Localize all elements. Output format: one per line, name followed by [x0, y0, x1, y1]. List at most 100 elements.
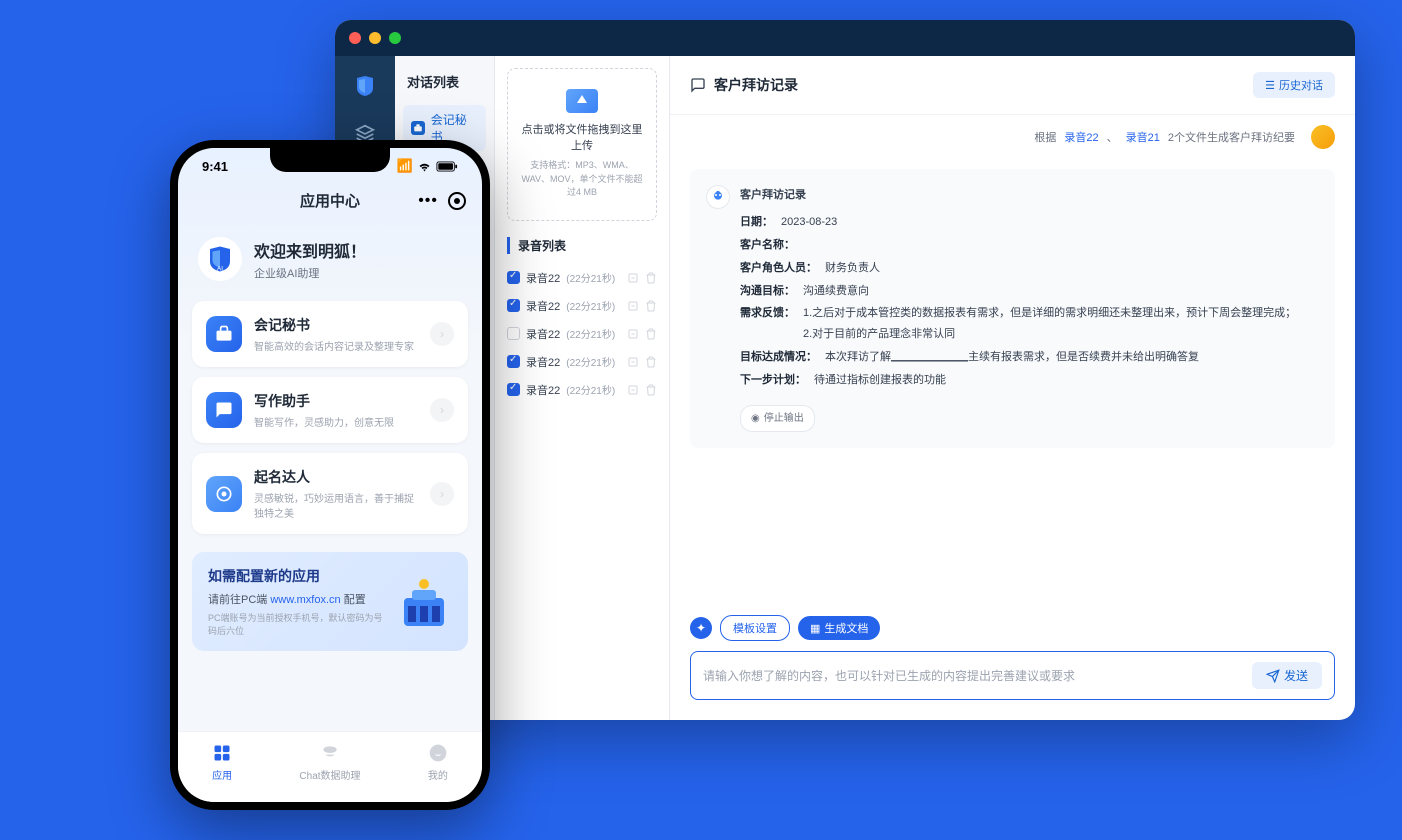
- rail-logo-icon[interactable]: [351, 72, 379, 100]
- edit-icon[interactable]: [627, 328, 639, 340]
- recording-name: 录音22: [526, 354, 560, 370]
- chevron-right-icon: ›: [430, 482, 454, 506]
- recording-name: 录音22: [526, 270, 560, 286]
- battery-icon: [436, 161, 458, 172]
- edit-icon[interactable]: [627, 300, 639, 312]
- edit-icon[interactable]: [627, 384, 639, 396]
- recording-duration: (22分21秒): [566, 298, 615, 313]
- recording-list-title: 录音列表: [507, 237, 657, 254]
- close-window-icon[interactable]: [349, 32, 361, 44]
- sidebar-title: 对话列表: [403, 72, 486, 91]
- sub-header: 根据 录音22、录音21 2个文件生成客户拜访纪要: [670, 115, 1355, 159]
- record-row: 日期：2023-08-23: [740, 212, 1296, 233]
- recordings-panel: 点击或将文件拖拽到这里上传 支持格式：MP3、WMA、WAV、MOV，单个文件不…: [495, 56, 670, 720]
- chevron-right-icon: ›: [430, 398, 454, 422]
- stop-output-button[interactable]: ◉ 停止输出: [740, 405, 815, 432]
- history-button[interactable]: ☰ 历史对话: [1253, 72, 1335, 98]
- recording-item[interactable]: 录音22 (22分21秒): [507, 292, 657, 320]
- config-link[interactable]: www.mxfox.cn: [270, 594, 340, 606]
- tab-apps[interactable]: 应用: [211, 742, 233, 782]
- app-card-title: 会记秘书: [254, 315, 418, 335]
- send-button[interactable]: 发送: [1252, 662, 1322, 689]
- phone-header-title: 应用中心: [300, 190, 360, 211]
- app-card[interactable]: 会记秘书 智能高效的会话内容记录及整理专家 ›: [192, 301, 468, 367]
- recording-checkbox[interactable]: [507, 327, 520, 340]
- record-row: 客户名称：: [740, 235, 1296, 256]
- app-card-desc: 智能写作，灵感助力，创意无限: [254, 414, 418, 429]
- chat-body: 客户拜访记录 日期：2023-08-23客户名称：客户角色人员：财务负责人沟通目…: [670, 159, 1355, 603]
- status-time: 9:41: [202, 159, 228, 174]
- briefcase-icon: [411, 121, 425, 135]
- recording-checkbox[interactable]: [507, 355, 520, 368]
- welcome-section: AI 欢迎来到明狐！ 企业级AI助理: [178, 221, 482, 301]
- recording-item[interactable]: 录音22 (22分21秒): [507, 320, 657, 348]
- recording-checkbox[interactable]: [507, 299, 520, 312]
- upload-dropzone[interactable]: 点击或将文件拖拽到这里上传 支持格式：MP3、WMA、WAV、MOV，单个文件不…: [507, 68, 657, 221]
- config-banner[interactable]: 如需配置新的应用 请前往PC端 www.mxfox.cn 配置 PC端账号为当前…: [192, 552, 468, 651]
- generate-doc-button[interactable]: ▦生成文档: [798, 616, 880, 640]
- list-icon: ☰: [1265, 79, 1275, 92]
- wifi-icon: [417, 159, 432, 174]
- svg-text:AI: AI: [217, 265, 223, 272]
- edit-icon[interactable]: [627, 356, 639, 368]
- doc-icon: ▦: [810, 623, 820, 635]
- recording-link-2[interactable]: 录音21: [1126, 129, 1160, 145]
- stop-icon: ◉: [751, 409, 760, 428]
- minimize-window-icon[interactable]: [369, 32, 381, 44]
- recording-item[interactable]: 录音22 (22分21秒): [507, 376, 657, 404]
- recording-duration: (22分21秒): [566, 270, 615, 285]
- banner-hint: PC端账号为当前授权手机号，默认密码为号码后六位: [208, 611, 384, 637]
- app-card[interactable]: 起名达人 灵感敏锐，巧妙运用语言，善于捕捉独特之美 ›: [192, 453, 468, 534]
- phone-header: 应用中心 •••: [178, 180, 482, 221]
- user-avatar[interactable]: [1311, 125, 1335, 149]
- phone-notch: [270, 148, 390, 172]
- welcome-title: 欢迎来到明狐！: [254, 238, 366, 262]
- delete-icon[interactable]: [645, 300, 657, 312]
- app-card-desc: 灵感敏锐，巧妙运用语言，善于捕捉独特之美: [254, 490, 418, 520]
- recording-item[interactable]: 录音22 (22分21秒): [507, 348, 657, 376]
- more-icon[interactable]: •••: [418, 192, 438, 210]
- recording-item[interactable]: 录音22 (22分21秒): [507, 264, 657, 292]
- delete-icon[interactable]: [645, 384, 657, 396]
- tab-chat[interactable]: Chat数据助理: [299, 742, 360, 782]
- mobile-screen: 9:41 📶 应用中心 ••• AI 欢迎来到明狐！ 企业级AI助理: [178, 148, 482, 802]
- app-card-title: 起名达人: [254, 467, 418, 487]
- grid-icon: [211, 742, 233, 764]
- maximize-window-icon[interactable]: [389, 32, 401, 44]
- recording-name: 录音22: [526, 382, 560, 398]
- edit-icon[interactable]: [627, 272, 639, 284]
- banner-title: 如需配置新的应用: [208, 566, 384, 586]
- signal-icon: 📶: [397, 158, 413, 174]
- recording-name: 录音22: [526, 298, 560, 314]
- app-card-icon: [206, 476, 242, 512]
- app-card-title: 写作助手: [254, 391, 418, 411]
- tab-mine[interactable]: 我的: [427, 742, 449, 782]
- target-icon[interactable]: [448, 192, 466, 210]
- banner-illustration-icon: [396, 574, 452, 630]
- content-header: 客户拜访记录 ☰ 历史对话: [670, 56, 1355, 115]
- template-button[interactable]: 模板设置: [720, 615, 790, 641]
- banner-desc: 请前往PC端 www.mxfox.cn 配置: [208, 591, 384, 607]
- profile-icon: [427, 742, 449, 764]
- recording-duration: (22分21秒): [566, 382, 615, 397]
- recording-duration: (22分21秒): [566, 326, 615, 341]
- record-row: 下一步计划：待通过指标创建报表的功能: [740, 370, 1296, 391]
- delete-icon[interactable]: [645, 328, 657, 340]
- delete-icon[interactable]: [645, 272, 657, 284]
- chat-input[interactable]: [703, 669, 1242, 683]
- chat-message: 客户拜访记录 日期：2023-08-23客户名称：客户角色人员：财务负责人沟通目…: [690, 169, 1335, 448]
- record-row: 沟通目标：沟通续费意向: [740, 281, 1296, 302]
- app-logo-icon: AI: [198, 237, 242, 281]
- record-row: 目标达成情况：本次拜访了解▁▁▁▁▁▁▁主续有报表需求，但是否续费并未给出明确答…: [740, 347, 1296, 368]
- window-titlebar: [335, 20, 1355, 56]
- app-card[interactable]: 写作助手 智能写作，灵感助力，创意无限 ›: [192, 377, 468, 443]
- chevron-right-icon: ›: [430, 322, 454, 346]
- record-row: 需求反馈：1.之后对于成本管控类的数据报表有需求，但是详细的需求明细还未整理出来…: [740, 303, 1296, 345]
- recording-checkbox[interactable]: [507, 383, 520, 396]
- action-pill-icon[interactable]: ✦: [690, 617, 712, 639]
- send-icon: [1266, 669, 1280, 683]
- recording-link-1[interactable]: 录音22: [1064, 129, 1098, 145]
- recording-checkbox[interactable]: [507, 271, 520, 284]
- content-title: 客户拜访记录: [690, 75, 798, 95]
- delete-icon[interactable]: [645, 356, 657, 368]
